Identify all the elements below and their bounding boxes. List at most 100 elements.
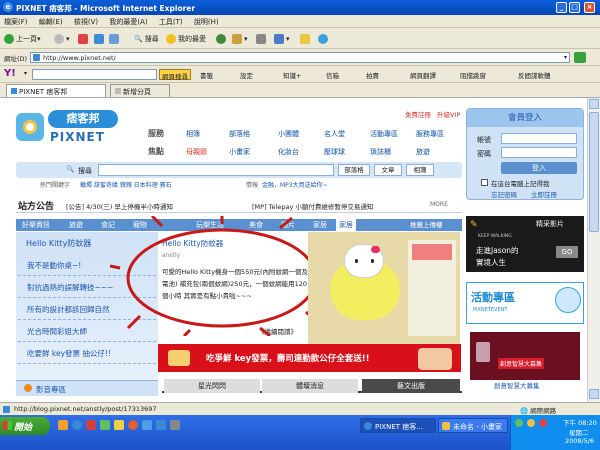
quick-launch-icon[interactable] bbox=[114, 420, 124, 430]
tab-stars[interactable]: 星光閃閃 bbox=[164, 379, 260, 393]
hello-kitty-product-image[interactable] bbox=[308, 232, 460, 344]
menu-edit[interactable]: 編輯(E) bbox=[39, 18, 63, 26]
quick-launch-icon[interactable] bbox=[170, 420, 180, 430]
maximize-button[interactable]: □ bbox=[569, 2, 580, 13]
quick-launch-icon[interactable] bbox=[128, 420, 138, 430]
print-button[interactable] bbox=[256, 32, 268, 45]
nav-tab-info[interactable]: 好樂資訊 bbox=[18, 219, 54, 231]
quick-launch-icon[interactable] bbox=[86, 420, 96, 430]
quick-launch-icon[interactable] bbox=[156, 420, 166, 430]
search-article-button[interactable]: 文章 bbox=[374, 164, 402, 176]
clock-time[interactable]: 下午 08:20 bbox=[563, 417, 597, 427]
nav-tab-travel[interactable]: 旅遊 bbox=[64, 219, 88, 231]
dropdown-arrow-icon[interactable]: ▾ bbox=[564, 53, 567, 63]
dropdown-arrow-icon[interactable]: ▾ bbox=[24, 70, 27, 77]
category-mothers-day[interactable]: 母親節 bbox=[186, 147, 207, 157]
ad-go-button[interactable]: GO bbox=[556, 246, 578, 258]
login-button[interactable]: 登入 bbox=[501, 162, 577, 174]
ie-quick-icon[interactable] bbox=[72, 420, 82, 430]
yahoo-mail[interactable]: 信箱 bbox=[326, 70, 339, 80]
yahoo-auction[interactable]: 拍賣 bbox=[366, 70, 379, 80]
history-button[interactable] bbox=[216, 32, 228, 45]
side-list-item[interactable]: 吃要鮮 key發票 抽公仔!! bbox=[18, 342, 156, 364]
category-events[interactable]: 活動專區 bbox=[370, 129, 398, 139]
refresh-button[interactable] bbox=[94, 32, 106, 45]
tab-new[interactable]: 新增分頁 bbox=[110, 84, 170, 97]
quick-launch-icon[interactable] bbox=[100, 420, 110, 430]
task-paint[interactable]: 未命名 - 小畫家 bbox=[438, 418, 508, 433]
scroll-up-button[interactable] bbox=[589, 99, 599, 109]
register-now-link[interactable]: 立即註冊 bbox=[531, 189, 557, 199]
menu-help[interactable]: 說明(H) bbox=[194, 18, 219, 26]
minimize-button[interactable]: _ bbox=[556, 2, 567, 13]
tab-arts[interactable]: 藝文出版 bbox=[362, 379, 460, 393]
yahoo-knowledge[interactable]: 知識+ bbox=[283, 70, 301, 80]
quick-launch-icon[interactable] bbox=[142, 420, 152, 430]
edit-button[interactable]: ▾ bbox=[274, 32, 290, 45]
featured-upload-button[interactable]: 推薦上傳樓 bbox=[410, 219, 443, 231]
address-input[interactable]: http://www.pixnet.net/ ▾ bbox=[30, 52, 570, 63]
promo-image[interactable]: 創意智慧大募集 bbox=[466, 328, 584, 384]
yahoo-popup-blocker[interactable]: 阻擋跳窗 bbox=[460, 70, 486, 80]
forgot-password-link[interactable]: 忘記密碼 bbox=[491, 189, 517, 199]
announcement-text-2[interactable]: [MP] Telepay 小額付費維修暫停交易通知 bbox=[252, 201, 373, 211]
tray-icon[interactable] bbox=[515, 419, 523, 427]
menu-view[interactable]: 檢視(V) bbox=[74, 18, 98, 26]
discuss-button[interactable] bbox=[300, 32, 312, 45]
category-ball[interactable]: 壓球球 bbox=[324, 147, 345, 157]
account-input[interactable] bbox=[501, 133, 577, 144]
nav-tab-active[interactable]: 家居 bbox=[336, 219, 356, 231]
johnnie-walker-ad[interactable]: 精采影片 ✎ KEEP WALKING 走進Jason的 實境人生 GO bbox=[466, 216, 584, 272]
scroll-down-button[interactable] bbox=[589, 389, 599, 399]
side-title[interactable]: Hello Kitty防蚊器 bbox=[26, 238, 91, 249]
window-title-bar[interactable]: e PIXNET 痞客邦 - Microsoft Internet Explor… bbox=[0, 0, 600, 15]
category-blog[interactable]: 部落格 bbox=[229, 129, 250, 139]
category-cabinet[interactable]: 瑣誌櫃 bbox=[370, 147, 391, 157]
back-button[interactable]: 上一頁 ▾ bbox=[4, 32, 41, 45]
info-text[interactable]: 金融，MP3大買送給你~ bbox=[262, 180, 328, 189]
yahoo-translate[interactable]: 網頁翻譯 bbox=[410, 70, 436, 80]
menu-tools[interactable]: 工具(T) bbox=[159, 18, 183, 26]
vertical-scrollbar[interactable] bbox=[587, 98, 600, 402]
yahoo-search-button[interactable]: 網頁搜尋 bbox=[159, 69, 191, 81]
category-celebrity[interactable]: 名人堂 bbox=[324, 129, 345, 139]
home-button[interactable] bbox=[109, 32, 121, 45]
password-input[interactable] bbox=[501, 147, 577, 158]
yahoo-search-input[interactable] bbox=[32, 69, 157, 80]
menu-favorites[interactable]: 我的最愛(A) bbox=[109, 18, 147, 26]
category-album[interactable]: 相簿 bbox=[186, 129, 200, 139]
upgrade-vip-link[interactable]: 升級VIP bbox=[437, 109, 460, 119]
messenger-button[interactable] bbox=[318, 32, 330, 45]
category-travel[interactable]: 旅遊 bbox=[416, 147, 430, 157]
category-group[interactable]: 小團體 bbox=[278, 129, 299, 139]
task-pixnet[interactable]: PIXNET 痞客... bbox=[360, 418, 436, 433]
tray-icon[interactable] bbox=[527, 419, 535, 427]
quick-launch-icon[interactable] bbox=[58, 420, 68, 430]
remember-checkbox[interactable] bbox=[481, 179, 488, 186]
tab-sports[interactable]: 體壇消息 bbox=[262, 379, 358, 393]
favorites-button[interactable]: 我的最愛 bbox=[166, 32, 206, 45]
category-paint[interactable]: 小畫家 bbox=[229, 147, 250, 157]
site-search-input[interactable] bbox=[98, 164, 334, 176]
category-service-zone[interactable]: 服務專區 bbox=[416, 129, 444, 139]
yahoo-logo[interactable]: Y! bbox=[4, 68, 16, 79]
search-album-button[interactable]: 相簿 bbox=[406, 164, 434, 176]
start-button[interactable]: 開始 bbox=[0, 417, 50, 435]
close-button[interactable]: × bbox=[584, 2, 595, 13]
yahoo-antispy[interactable]: 反間諜軟體 bbox=[518, 70, 551, 80]
go-arrow-icon[interactable] bbox=[574, 52, 586, 63]
register-link[interactable]: 免費註冊 bbox=[405, 109, 431, 119]
tab-pixnet[interactable]: PIXNET 痞客邦 bbox=[6, 84, 106, 97]
promo-link[interactable]: 創意智慧大募集 bbox=[494, 380, 540, 390]
scroll-thumb[interactable] bbox=[589, 112, 599, 232]
yahoo-bookmarks[interactable]: 書籤 bbox=[200, 70, 213, 80]
more-link[interactable]: MORE bbox=[430, 201, 448, 208]
announcement-text[interactable]: [公告] 4/30(三) 早上停機半小時通知 bbox=[66, 201, 173, 211]
menu-file[interactable]: 檔案(F) bbox=[4, 18, 28, 26]
sushi-banner-ad[interactable]: 吃爭鮮 key發票，壽司連勤款公仔全套送!! bbox=[158, 344, 461, 372]
yahoo-settings[interactable]: 設定 bbox=[240, 70, 253, 80]
mail-button[interactable]: ▾ bbox=[232, 32, 248, 45]
category-makeup[interactable]: 化妝台 bbox=[278, 147, 299, 157]
search-blog-button[interactable]: 部落格 bbox=[338, 164, 370, 176]
forward-button[interactable]: ▾ bbox=[54, 32, 70, 45]
